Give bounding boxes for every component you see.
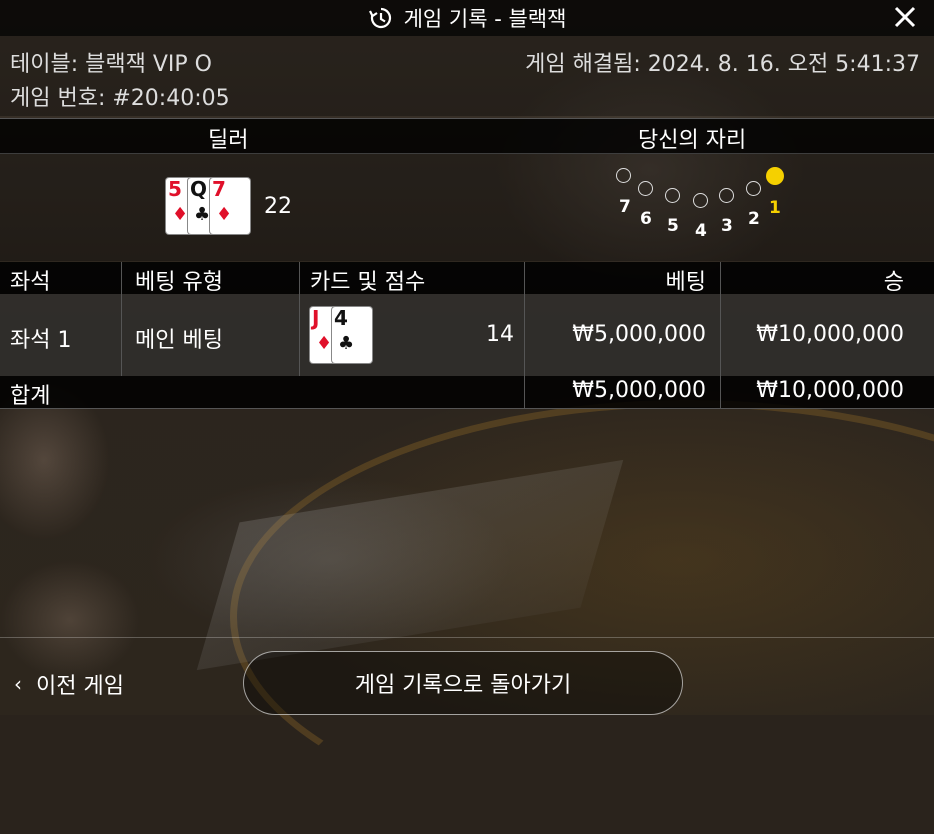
game-number: 게임 번호: #20:40:05 (10, 86, 230, 111)
table-total: 합계 ₩5,000,000 ₩10,000,000 (0, 376, 934, 409)
col-win: 승 (883, 270, 904, 295)
close-icon (894, 6, 916, 28)
resolved-time: 게임 해결됨: 2024. 8. 16. 오전 5:41:37 (525, 52, 920, 77)
seat-number: 7 (619, 197, 631, 217)
section-header: 딜러 당신의 자리 (0, 118, 934, 154)
previous-game-label: 이전 게임 (36, 674, 124, 699)
seat-number-active: 1 (769, 198, 781, 218)
chevron-left-icon: ‹ (14, 672, 22, 696)
row-win: ₩10,000,000 (756, 322, 904, 347)
game-info: 테이블: 블랙잭 VIP O 게임 번호: #20:40:05 게임 해결됨: … (0, 36, 934, 116)
your-seat-heading: 당신의 자리 (638, 128, 747, 153)
title-bar: 게임 기록 - 블랙잭 (0, 0, 934, 36)
close-button[interactable] (890, 2, 920, 32)
player-card: 4 ♣ (332, 306, 372, 363)
table-row: 좌석 1 메인 베팅 J ♦ 4 ♣ 14 ₩5,000,000 ₩10,000… (0, 294, 934, 376)
row-seat: 좌석 1 (10, 328, 72, 353)
table-name: 테이블: 블랙잭 VIP O (10, 52, 212, 77)
col-cards-score: 카드 및 점수 (310, 270, 426, 295)
previous-game-button[interactable]: ‹ 이전 게임 (14, 668, 124, 700)
seat-number: 5 (667, 216, 679, 236)
bets-table-header: 좌석 베팅 유형 카드 및 점수 베팅 승 (0, 262, 934, 295)
row-score: 14 (486, 322, 514, 347)
seat-7-dot (616, 168, 631, 183)
col-bet: 베팅 (665, 270, 706, 295)
row-bet-type: 메인 베팅 (135, 328, 223, 353)
total-win: ₩10,000,000 (756, 378, 904, 403)
page-title: 게임 기록 - 블랙잭 (403, 7, 567, 31)
total-label: 합계 (10, 384, 51, 409)
seat-2-dot (746, 181, 761, 196)
back-to-history-button[interactable]: 게임 기록으로 돌아가기 (243, 651, 683, 715)
dealer-card: 7 ♦ (210, 177, 250, 234)
seat-3-dot (719, 188, 734, 203)
col-seat: 좌석 (10, 270, 51, 295)
seat-number: 2 (748, 209, 760, 229)
history-icon (368, 7, 391, 29)
seat-number: 6 (640, 209, 652, 229)
seat-number: 3 (721, 216, 733, 236)
footer: ‹ 이전 게임 게임 기록으로 돌아가기 (0, 637, 934, 716)
seat-6-dot (638, 181, 653, 196)
dealer-score: 22 (264, 194, 292, 219)
dealer-heading: 딜러 (208, 128, 249, 153)
seat-4-dot (693, 193, 708, 208)
col-bet-type: 베팅 유형 (135, 270, 223, 295)
row-bet: ₩5,000,000 (572, 322, 706, 347)
total-bet: ₩5,000,000 (572, 378, 706, 403)
seat-5-dot (665, 188, 680, 203)
back-to-history-label: 게임 기록으로 돌아가기 (354, 673, 572, 698)
seat-number: 4 (695, 221, 707, 241)
dealer-area: 5 ♦ Q ♣ 7 ♦ 22 7 6 5 4 3 2 1 (0, 153, 934, 261)
seat-1-dot (766, 167, 784, 185)
